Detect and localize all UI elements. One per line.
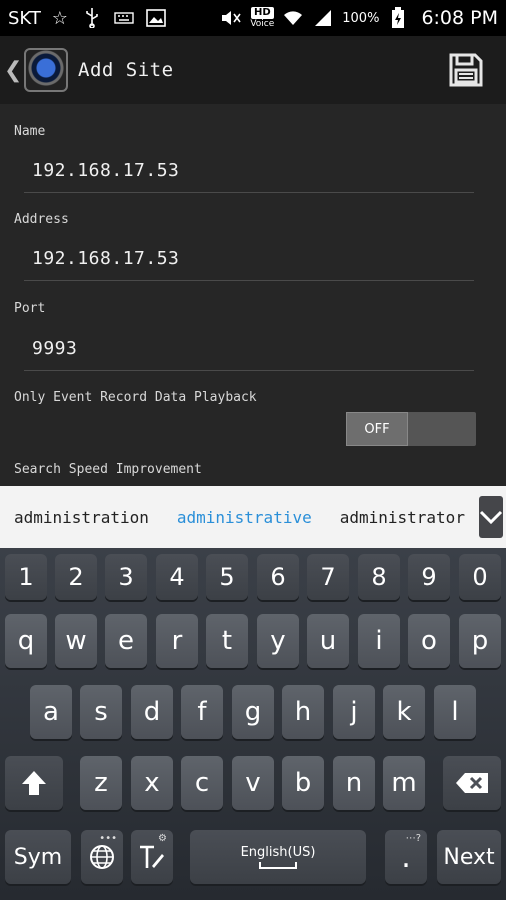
period-label: . [401, 839, 411, 875]
hd-label: HD [250, 7, 274, 19]
wifi-icon [282, 8, 304, 28]
key-2[interactable]: 2 [55, 554, 97, 600]
space-bar-icon [259, 861, 297, 869]
battery-percent: 100% [342, 10, 380, 26]
key-0[interactable]: 0 [459, 554, 501, 600]
space-key-language-label: English(US) [240, 844, 316, 860]
text-tools-key[interactable]: ⚙ [131, 830, 173, 884]
key-9[interactable]: 9 [408, 554, 450, 600]
save-icon [449, 53, 483, 87]
chevron-down-icon [479, 510, 503, 525]
soft-keyboard: 1 2 3 4 5 6 7 8 9 0 q w e r t y u i o p … [0, 548, 506, 900]
globe-icon [90, 845, 114, 869]
key-1[interactable]: 1 [5, 554, 47, 600]
key-m[interactable]: m [383, 756, 425, 810]
key-i[interactable]: i [358, 614, 400, 668]
more-dots-icon: ••• [99, 833, 117, 844]
key-w[interactable]: w [55, 614, 97, 668]
key-6[interactable]: 6 [257, 554, 299, 600]
event-playback-label: Only Event Record Data Playback [14, 390, 257, 405]
site-form: Name 192.168.17.53 Address 192.168.17.53… [0, 104, 506, 486]
suggestion-item[interactable]: administration [0, 486, 163, 548]
suggestion-item[interactable]: administrator [326, 486, 479, 548]
key-x[interactable]: x [131, 756, 173, 810]
shift-icon [22, 771, 46, 795]
key-u[interactable]: u [307, 614, 349, 668]
key-d[interactable]: d [131, 685, 173, 739]
star-icon: ☆ [51, 7, 68, 29]
image-icon [145, 8, 167, 28]
port-input[interactable]: 9993 [32, 338, 77, 359]
key-r[interactable]: r [156, 614, 198, 668]
name-underline [24, 192, 474, 193]
key-l[interactable]: l [434, 685, 476, 739]
backspace-icon [456, 773, 488, 793]
mute-icon [220, 8, 242, 28]
suggestion-bar: administration administrative administra… [0, 486, 506, 548]
app-logo-icon[interactable] [24, 48, 68, 92]
key-n[interactable]: n [333, 756, 375, 810]
address-input[interactable]: 192.168.17.53 [32, 248, 179, 269]
battery-icon [387, 7, 409, 28]
key-h[interactable]: h [282, 685, 324, 739]
carrier-label: SKT [8, 7, 41, 29]
text-edit-icon [140, 845, 164, 868]
address-label: Address [14, 212, 69, 227]
key-5[interactable]: 5 [206, 554, 248, 600]
search-speed-label: Search Speed Improvement [14, 462, 202, 477]
name-label: Name [14, 124, 46, 139]
toggle-off-label: OFF [346, 412, 408, 446]
port-label: Port [14, 301, 46, 316]
event-playback-toggle[interactable]: OFF [346, 412, 476, 446]
key-t[interactable]: t [206, 614, 248, 668]
key-y[interactable]: y [257, 614, 299, 668]
expand-suggestions-button[interactable] [478, 496, 503, 538]
usb-icon [81, 8, 103, 28]
voice-label: Voice [250, 19, 275, 29]
name-input[interactable]: 192.168.17.53 [32, 160, 179, 181]
action-bar: ❮ Add Site [0, 36, 506, 104]
sym-key[interactable]: Sym [5, 830, 71, 884]
key-a[interactable]: a [30, 685, 72, 739]
key-j[interactable]: j [333, 685, 375, 739]
next-key[interactable]: Next [437, 830, 501, 884]
key-e[interactable]: e [105, 614, 147, 668]
back-icon[interactable]: ❮ [4, 58, 24, 83]
settings-dot-icon: ⚙ [158, 833, 167, 844]
hd-voice-badge: HD Voice [250, 7, 274, 29]
key-8[interactable]: 8 [358, 554, 400, 600]
key-s[interactable]: s [80, 685, 122, 739]
key-7[interactable]: 7 [307, 554, 349, 600]
backspace-key[interactable] [443, 756, 501, 810]
language-key[interactable]: ••• [81, 830, 123, 884]
page-title: Add Site [78, 59, 174, 81]
port-underline [24, 370, 474, 371]
status-bar: SKT ☆ HD Voice 100% 6:08 PM [0, 0, 506, 36]
signal-icon [312, 8, 334, 28]
keyboard-icon [113, 8, 135, 28]
key-b[interactable]: b [282, 756, 324, 810]
key-4[interactable]: 4 [156, 554, 198, 600]
more-punct-hint: ⋯? [405, 833, 421, 844]
space-key[interactable]: English(US) [190, 830, 366, 884]
key-c[interactable]: c [181, 756, 223, 810]
key-o[interactable]: o [408, 614, 450, 668]
address-underline [24, 280, 474, 281]
suggestion-item-selected[interactable]: administrative [163, 486, 326, 548]
key-z[interactable]: z [80, 756, 122, 810]
key-3[interactable]: 3 [105, 554, 147, 600]
key-f[interactable]: f [181, 685, 223, 739]
clock: 6:08 PM [421, 7, 498, 29]
key-v[interactable]: v [232, 756, 274, 810]
key-p[interactable]: p [459, 614, 501, 668]
period-key[interactable]: ⋯? . [385, 830, 427, 884]
key-g[interactable]: g [232, 685, 274, 739]
key-k[interactable]: k [383, 685, 425, 739]
save-button[interactable] [448, 52, 484, 88]
key-q[interactable]: q [5, 614, 47, 668]
shift-key[interactable] [5, 756, 63, 810]
